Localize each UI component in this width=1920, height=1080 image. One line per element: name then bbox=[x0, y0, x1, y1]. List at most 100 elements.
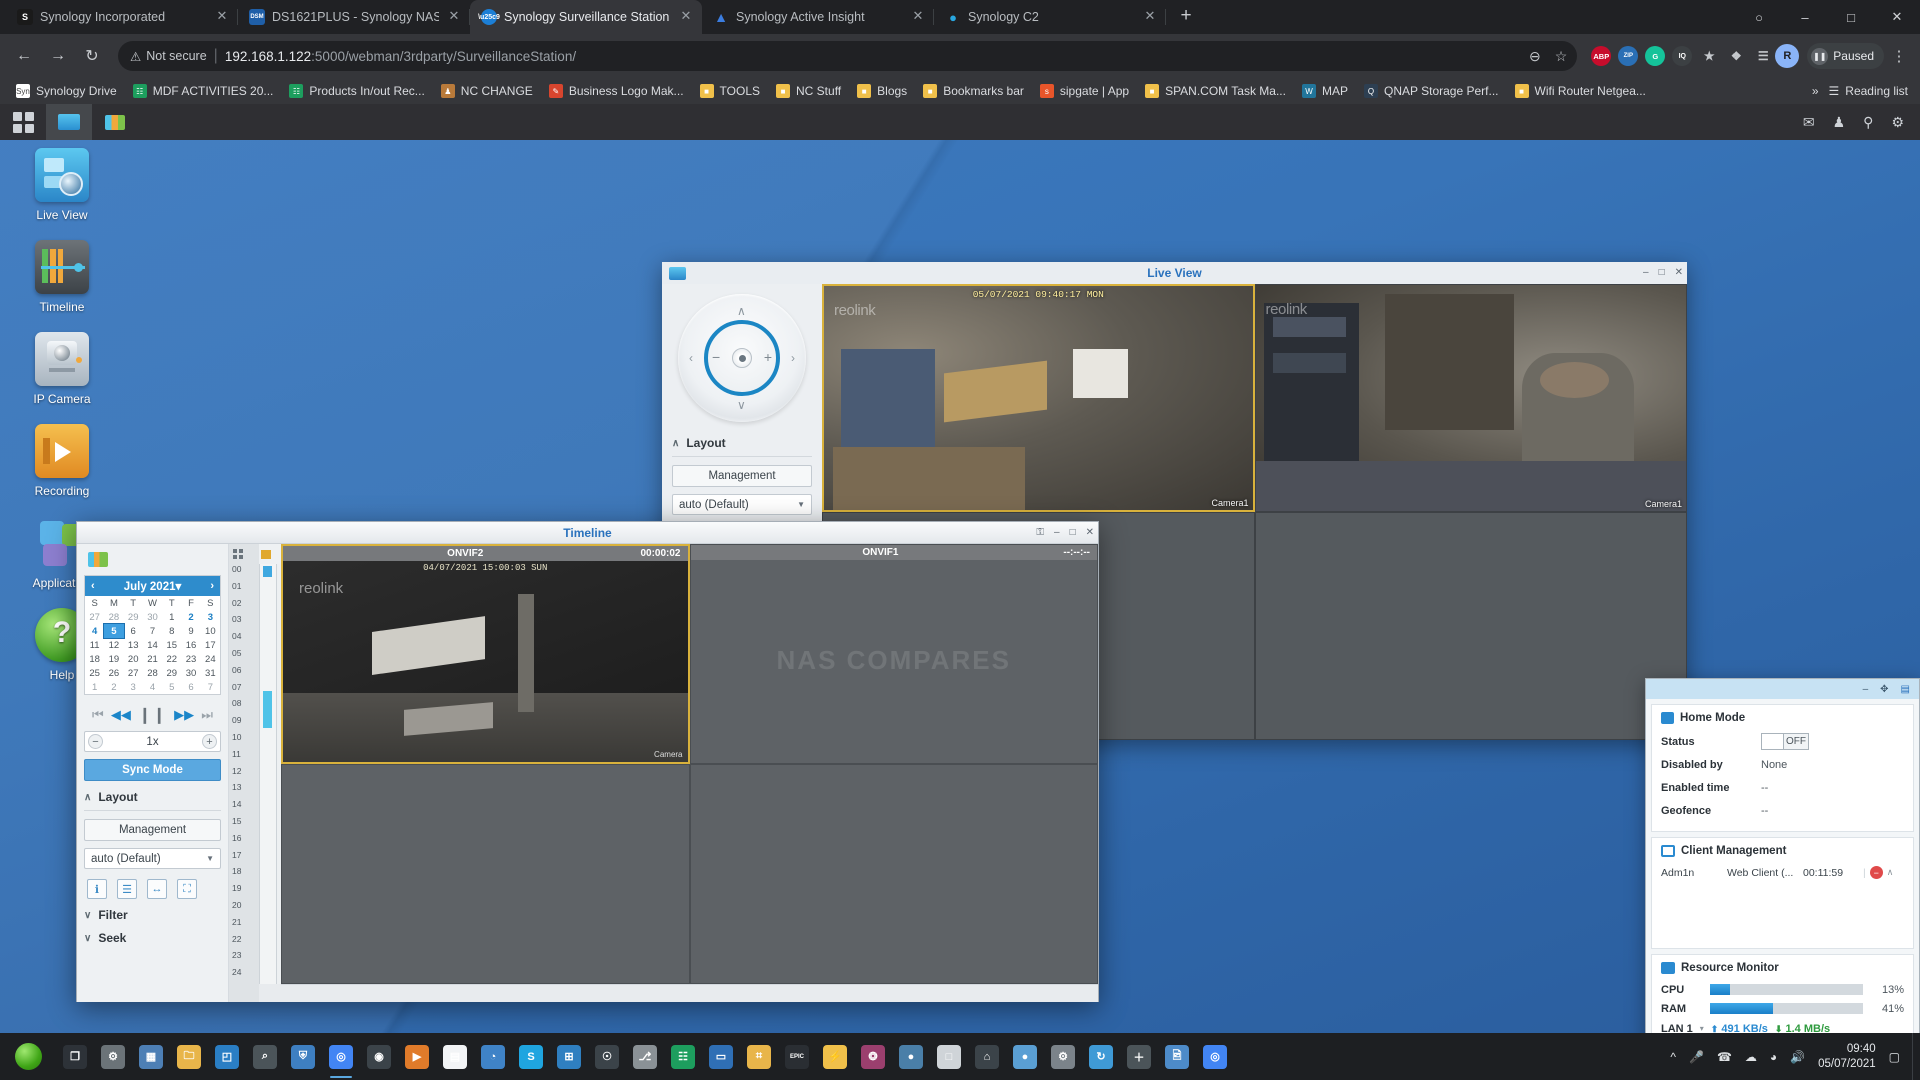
speed-increase-button[interactable]: + bbox=[202, 734, 217, 749]
calendar-day[interactable]: 30 bbox=[181, 666, 200, 680]
widget-pin-icon[interactable]: ✥ bbox=[1880, 684, 1888, 695]
profile-avatar[interactable]: R bbox=[1775, 44, 1800, 68]
apps-grid-icon[interactable] bbox=[0, 104, 46, 140]
bookmark-item[interactable]: ■ Blogs bbox=[849, 80, 915, 102]
taskbar-usb-icon[interactable]: ⎇ bbox=[626, 1033, 664, 1080]
surveillance-station-icon[interactable] bbox=[46, 104, 92, 140]
browser-tab[interactable]: ● Synology C2 ✕ bbox=[934, 0, 1166, 34]
taskbar-compass-icon[interactable]: ☉ bbox=[588, 1033, 626, 1080]
taskbar-plus-icon[interactable]: ＋ bbox=[1120, 1033, 1158, 1080]
widget-minimize-icon[interactable]: – bbox=[1863, 684, 1869, 695]
calendar-days[interactable]: 27 28 29 30 1 2 3 4 5 6 7 8 9 10 11 12 13 14 15 16 17 18 19 20 2… bbox=[85, 610, 220, 694]
ptz-zoom-in-icon[interactable]: + bbox=[764, 350, 772, 364]
calendar-day[interactable]: 25 bbox=[85, 666, 104, 680]
taskbar-task-view-icon[interactable]: ❐ bbox=[56, 1033, 94, 1080]
new-tab-button[interactable]: + bbox=[1172, 3, 1200, 31]
address-bar[interactable]: ⚠ Not secure | 192.168.1.122:5000/webman… bbox=[118, 41, 1578, 71]
calendar-day[interactable]: 31 bbox=[201, 666, 220, 680]
calendar-day[interactable]: 19 bbox=[104, 652, 123, 666]
security-indicator[interactable]: ⚠ Not secure bbox=[130, 49, 207, 64]
bookmark-item[interactable]: ■ TOOLS bbox=[692, 80, 768, 102]
close-icon[interactable]: ✕ bbox=[1086, 527, 1094, 538]
mic-icon[interactable]: 🎤 bbox=[1689, 1050, 1704, 1064]
live-camera-cell-4[interactable] bbox=[1254, 512, 1687, 740]
window-extra-icon[interactable]: ○ bbox=[1736, 0, 1782, 34]
home-mode-toggle[interactable]: OFF bbox=[1761, 733, 1809, 750]
ptz-right-icon[interactable]: › bbox=[791, 352, 795, 364]
tab-close-icon[interactable]: ✕ bbox=[678, 9, 694, 25]
wifi-icon[interactable]: ◕ bbox=[1770, 1050, 1777, 1064]
calendar-day[interactable]: 7 bbox=[143, 624, 162, 638]
fast-forward-button[interactable]: ▶▶ bbox=[174, 707, 194, 723]
calendar-day[interactable]: 9 bbox=[181, 624, 200, 638]
maximize-icon[interactable]: □ bbox=[1070, 527, 1076, 538]
taskbar-sync-icon[interactable]: ↻ bbox=[1082, 1033, 1120, 1080]
taskbar-globe-icon[interactable]: ● bbox=[892, 1033, 930, 1080]
ptz-control[interactable]: ∧ ∨ ‹ › − + bbox=[678, 294, 806, 422]
browser-tab-active[interactable]: \u25c9 Synology Surveillance Station - D… bbox=[470, 0, 702, 34]
timeline-titlebar[interactable]: Timeline ⚿ – □ ✕ bbox=[77, 522, 1098, 544]
iq-extension-icon[interactable]: IQ bbox=[1672, 46, 1693, 66]
taskbar-bolt-icon[interactable]: ⚡ bbox=[816, 1033, 854, 1080]
list-icon[interactable]: ☰ bbox=[117, 879, 137, 899]
taskbar-media-icon[interactable]: ▶ bbox=[398, 1033, 436, 1080]
taskbar-folder2-icon[interactable]: 🖻 bbox=[1158, 1033, 1196, 1080]
window-maximize-button[interactable]: □ bbox=[1828, 0, 1874, 34]
bookmark-item[interactable]: ■ NC Stuff bbox=[768, 80, 849, 102]
taskbar-chrome2-icon[interactable]: ◎ bbox=[1196, 1033, 1234, 1080]
profile-status-badge[interactable]: ❚❚ Paused bbox=[1807, 43, 1884, 69]
calendar-day[interactable]: 17 bbox=[201, 638, 220, 652]
calendar-day[interactable]: 23 bbox=[181, 652, 200, 666]
calendar-month-label[interactable]: July 2021▾ bbox=[124, 579, 182, 593]
tab-close-icon[interactable]: ✕ bbox=[1142, 9, 1158, 25]
bookmark-item[interactable]: ♟ NC CHANGE bbox=[433, 80, 541, 102]
browser-tab[interactable]: S Synology Incorporated ✕ bbox=[6, 0, 238, 34]
taskbar-headset-icon[interactable]: ⌂ bbox=[968, 1033, 1006, 1080]
ptz-up-icon[interactable]: ∧ bbox=[737, 305, 746, 317]
bookmark-item[interactable]: W MAP bbox=[1294, 80, 1356, 102]
timeline-filter-section-header[interactable]: ∨ Filter bbox=[84, 908, 221, 922]
client-row[interactable]: Adm1n Web Client (... 00:11:59 | − ∧ bbox=[1661, 863, 1904, 879]
taskbar-settings-icon[interactable]: ⚙ bbox=[94, 1033, 132, 1080]
show-desktop-button[interactable] bbox=[1912, 1033, 1920, 1080]
calendar[interactable]: ‹ July 2021▾ › SMTWTFS 27 28 29 30 1 2 3 4 5 6 7 8 9… bbox=[84, 575, 221, 695]
phone-icon[interactable]: ☎ bbox=[1717, 1050, 1732, 1064]
timeline-cell-3[interactable] bbox=[281, 764, 690, 984]
bookmark-extension-icon[interactable]: ★ bbox=[1699, 46, 1719, 66]
calendar-day[interactable]: 14 bbox=[143, 638, 162, 652]
taskbar-grid-icon[interactable]: ⊞ bbox=[550, 1033, 588, 1080]
calendar-day[interactable]: 3 bbox=[201, 610, 220, 624]
taskbar-calc-icon[interactable]: ⌗ bbox=[740, 1033, 778, 1080]
window-close-button[interactable]: ✕ bbox=[1874, 0, 1920, 34]
bookmark-item[interactable]: ☷ Products In/out Rec... bbox=[281, 80, 432, 102]
taskbar-monitor-icon[interactable]: ▭ bbox=[702, 1033, 740, 1080]
speed-decrease-button[interactable]: − bbox=[88, 734, 103, 749]
reading-list-button[interactable]: ☰ Reading list bbox=[1829, 84, 1908, 98]
playback-speed-stepper[interactable]: − 1x + bbox=[84, 731, 221, 752]
pause-button[interactable]: ❙❙ bbox=[138, 705, 167, 725]
widget-detach-icon[interactable]: ▤ bbox=[1901, 684, 1910, 695]
calendar-day[interactable]: 13 bbox=[124, 638, 143, 652]
timeline-layout-select[interactable]: auto (Default) ▼ bbox=[84, 848, 221, 869]
calendar-day[interactable]: 3 bbox=[124, 680, 143, 694]
desktop-icon-recording[interactable]: Recording bbox=[14, 424, 110, 498]
calendar-day[interactable]: 4 bbox=[143, 680, 162, 694]
live-camera-cell-2[interactable]: reolink Camera1 bbox=[1254, 284, 1687, 512]
taskbar-skype-icon[interactable]: S bbox=[512, 1033, 550, 1080]
browser-menu-icon[interactable]: ⋮ bbox=[1886, 41, 1912, 71]
calendar-day[interactable]: 6 bbox=[181, 680, 200, 694]
tab-close-icon[interactable]: ✕ bbox=[446, 9, 462, 25]
calendar-day[interactable]: 6 bbox=[124, 624, 143, 638]
chevron-up-icon[interactable]: ∧ bbox=[1887, 867, 1894, 878]
recording-density-bar[interactable] bbox=[259, 564, 277, 984]
user-icon[interactable]: ♟ bbox=[1833, 114, 1846, 131]
taskbar-clock[interactable]: 09:40 05/07/2021 bbox=[1818, 1042, 1876, 1071]
calendar-day[interactable]: 11 bbox=[85, 638, 104, 652]
taskbar-window-icon[interactable]: □ bbox=[930, 1033, 968, 1080]
first-frame-button[interactable]: ⏮ bbox=[92, 707, 104, 723]
calendar-day[interactable]: 20 bbox=[124, 652, 143, 666]
desktop-icon-ip-camera[interactable]: IP Camera bbox=[14, 332, 110, 406]
layout-section-header[interactable]: ∧ Layout bbox=[672, 436, 812, 450]
chevron-up-icon[interactable]: ^ bbox=[1670, 1050, 1676, 1064]
calendar-day[interactable]: 21 bbox=[143, 652, 162, 666]
